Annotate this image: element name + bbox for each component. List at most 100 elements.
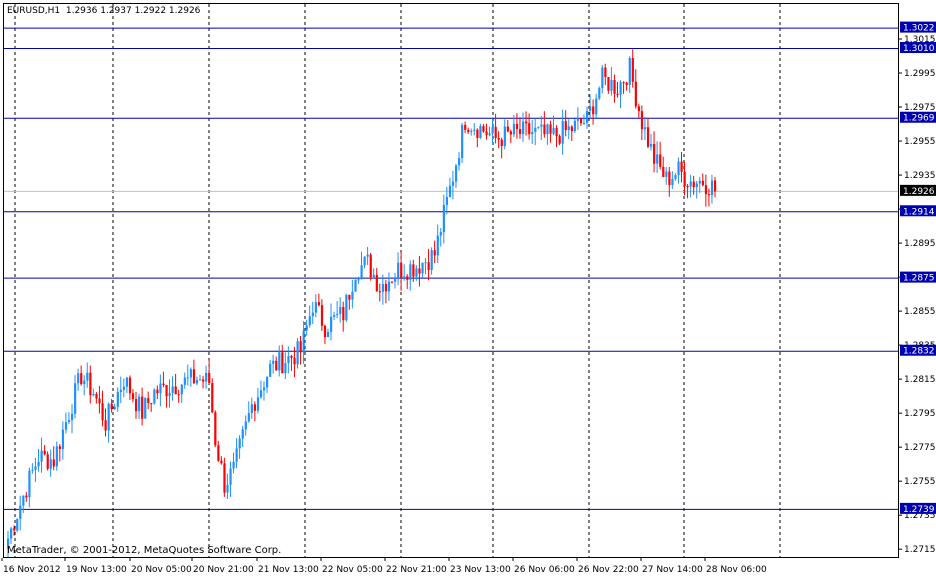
candle bbox=[168, 379, 171, 408]
candle bbox=[586, 106, 589, 129]
candle bbox=[351, 279, 354, 309]
candle bbox=[46, 451, 49, 471]
candle bbox=[555, 125, 558, 147]
level-price-label: 1.2739 bbox=[903, 505, 935, 515]
price-scale[interactable]: 1.30151.29951.29751.29551.29351.29151.28… bbox=[899, 0, 936, 558]
candle bbox=[451, 170, 455, 200]
price-axis-label: 1.2935 bbox=[904, 171, 936, 181]
time-axis-label: 20 Nov 21:00 bbox=[193, 565, 254, 575]
candle bbox=[223, 457, 226, 497]
candle bbox=[643, 116, 647, 140]
candle bbox=[214, 410, 217, 448]
candle bbox=[205, 365, 208, 389]
candle bbox=[549, 120, 552, 143]
candle bbox=[186, 364, 189, 386]
candle bbox=[622, 81, 625, 94]
candle bbox=[323, 324, 327, 345]
candle bbox=[710, 174, 714, 204]
candle bbox=[653, 131, 656, 173]
candle bbox=[595, 93, 598, 119]
candle bbox=[159, 374, 162, 407]
ohlc-readout: 1.2936 1.2937 1.2922 1.2926 bbox=[65, 6, 201, 16]
candle bbox=[427, 248, 430, 281]
candle bbox=[317, 293, 321, 307]
candle bbox=[518, 117, 522, 139]
candle bbox=[229, 461, 232, 497]
candle bbox=[19, 495, 22, 531]
candle bbox=[95, 392, 98, 404]
candle bbox=[34, 457, 37, 482]
candle bbox=[49, 449, 52, 477]
candle bbox=[546, 123, 549, 145]
candle bbox=[281, 344, 284, 374]
candle bbox=[272, 354, 275, 374]
candle bbox=[637, 103, 641, 119]
candle bbox=[217, 440, 220, 463]
candle bbox=[25, 491, 28, 503]
price-axis-label: 1.2975 bbox=[904, 103, 936, 113]
candle bbox=[104, 408, 107, 437]
candle bbox=[540, 115, 543, 140]
price-axis-label: 1.2795 bbox=[904, 409, 936, 419]
candle bbox=[40, 437, 43, 473]
plot-area[interactable]: EURUSD,H1 1.2936 1.2937 1.2922 1.2926 Me… bbox=[3, 3, 899, 558]
candle bbox=[674, 172, 677, 181]
candle bbox=[479, 123, 482, 139]
price-axis-label: 1.2855 bbox=[904, 307, 936, 317]
candle bbox=[235, 438, 238, 469]
candle bbox=[183, 372, 186, 389]
candle bbox=[28, 467, 31, 508]
candle bbox=[522, 112, 525, 142]
candle bbox=[497, 131, 500, 149]
candle bbox=[671, 171, 674, 189]
time-scale[interactable]: 16 Nov 2012 19 Nov 13:00 20 Nov 05:00 20 No… bbox=[0, 558, 900, 577]
candle bbox=[378, 283, 381, 302]
candle bbox=[61, 421, 65, 460]
time-axis-label: 26 Nov 06:00 bbox=[514, 565, 575, 575]
candle bbox=[467, 127, 470, 134]
candle bbox=[326, 328, 330, 338]
candle bbox=[244, 415, 247, 436]
candle bbox=[570, 125, 573, 141]
chart-window[interactable]: EURUSD,H1 1.2936 1.2937 1.2922 1.2926 Me… bbox=[0, 0, 936, 577]
candle bbox=[613, 74, 616, 103]
candle bbox=[704, 174, 708, 207]
candle bbox=[375, 268, 378, 292]
candle bbox=[698, 176, 701, 194]
price-chart[interactable] bbox=[4, 4, 899, 558]
candle bbox=[290, 354, 293, 371]
candle bbox=[601, 65, 604, 94]
candle bbox=[262, 381, 266, 401]
candle bbox=[180, 383, 183, 403]
candle bbox=[70, 404, 74, 434]
candle bbox=[372, 268, 375, 279]
candle bbox=[442, 194, 445, 244]
candle bbox=[509, 129, 513, 144]
candle bbox=[253, 401, 257, 422]
candle bbox=[144, 396, 147, 419]
candle bbox=[631, 49, 634, 88]
candle bbox=[92, 388, 95, 397]
candle bbox=[83, 375, 86, 396]
candle bbox=[488, 126, 491, 137]
candle bbox=[77, 368, 80, 391]
candle bbox=[677, 157, 680, 184]
candle bbox=[662, 156, 665, 178]
candle bbox=[640, 105, 644, 141]
candle bbox=[177, 389, 180, 403]
symbol-label: EURUSD,H1 bbox=[7, 6, 61, 16]
candle bbox=[464, 121, 467, 134]
candle bbox=[564, 110, 567, 137]
candle bbox=[43, 445, 46, 456]
candle bbox=[259, 380, 263, 399]
candle bbox=[241, 425, 244, 447]
price-axis-label: 1.2715 bbox=[904, 545, 936, 555]
candle bbox=[284, 352, 287, 380]
candle bbox=[714, 177, 717, 198]
candle bbox=[701, 173, 705, 187]
time-axis-label: 21 Nov 13:00 bbox=[258, 565, 319, 575]
candle bbox=[22, 495, 25, 513]
candle bbox=[500, 137, 503, 159]
candle bbox=[296, 338, 299, 369]
candle bbox=[287, 346, 290, 374]
